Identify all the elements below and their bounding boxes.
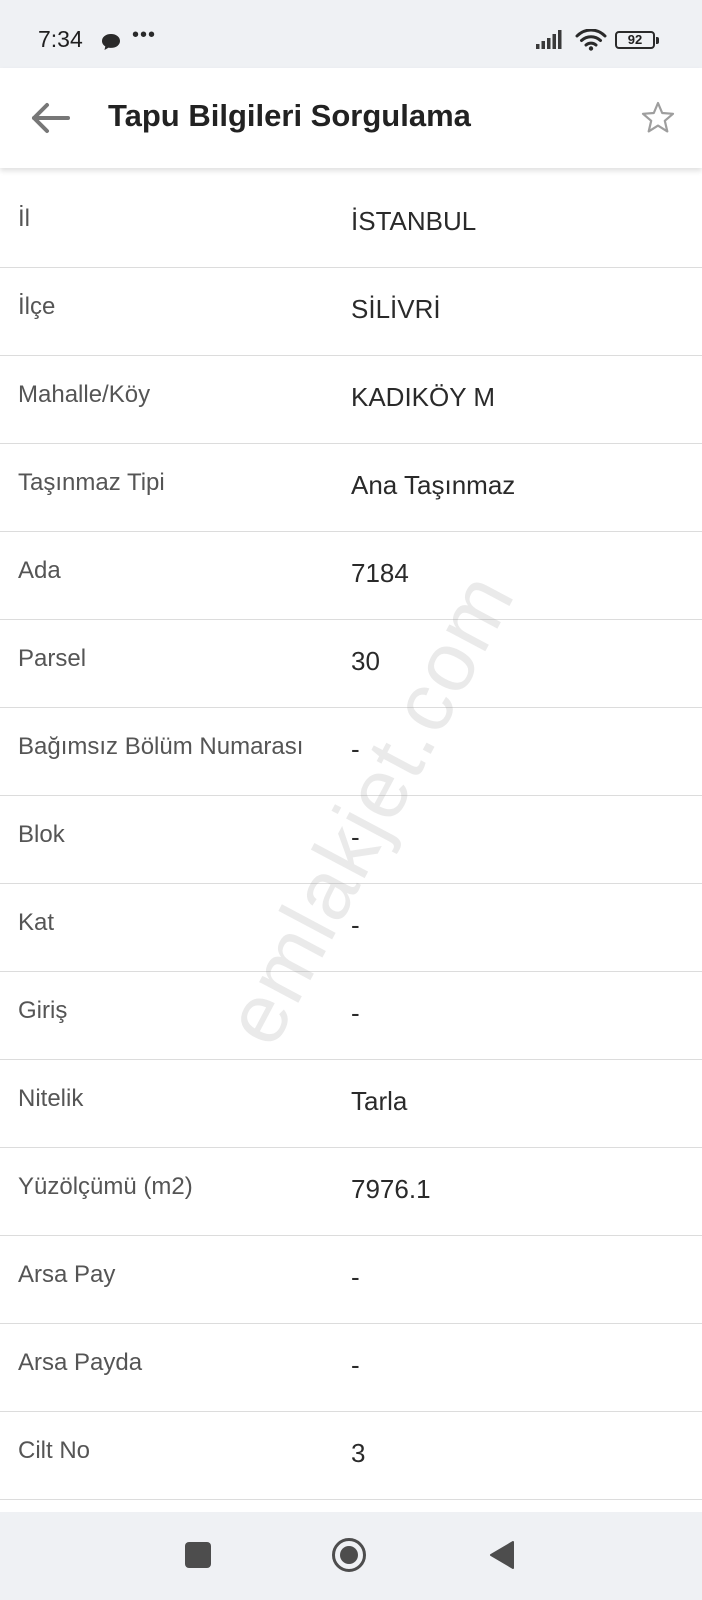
detail-row-ada: Ada 7184 [0,532,702,620]
detail-label: İl [18,205,30,232]
detail-row-cilt-no: Cilt No 3 [0,1412,702,1500]
detail-row-yuzolcumu: Yüzölçümü (m2) 7976.1 [0,1148,702,1236]
detail-row-bagimsiz-bolum: Bağımsız Bölüm Numarası - [0,708,702,796]
detail-label: Kat [18,909,55,936]
system-navigation-bar [0,1512,702,1600]
detail-value: Tarla [351,1086,408,1116]
detail-row-blok: Blok - [0,796,702,884]
battery-level: 92 [627,32,643,47]
detail-row-arsa-payda: Arsa Payda - [0,1324,702,1412]
detail-row-kat: Kat - [0,884,702,972]
detail-row-arsa-pay: Arsa Pay - [0,1236,702,1324]
app-bar: Tapu Bilgileri Sorgulama [0,68,702,168]
page-title: Tapu Bilgileri Sorgulama [108,98,471,133]
detail-value: İSTANBUL [351,206,477,236]
status-bar: 7:34 ••• 92 [0,0,702,68]
detail-label: Cilt No [18,1437,91,1464]
detail-label: Arsa Pay [18,1261,116,1288]
detail-value: - [351,1350,360,1380]
detail-label: Blok [18,821,65,848]
detail-value: - [351,734,360,764]
star-favorite-icon[interactable] [640,100,676,136]
detail-label: Bağımsız Bölüm Numarası [18,733,304,760]
back-triangle-icon[interactable] [487,1539,517,1571]
detail-row-tasinmaz-tipi: Taşınmaz Tipi Ana Taşınmaz [0,444,702,532]
back-arrow-icon[interactable] [28,98,72,138]
wifi-icon [575,28,607,56]
detail-value: KADIKÖY M [351,382,496,412]
home-circle-icon[interactable] [331,1537,367,1573]
detail-label: İlçe [18,293,56,320]
detail-value: - [351,1262,360,1292]
detail-value: - [351,822,360,852]
land-registry-details-list: İl İSTANBUL İlçe SİLİVRİ Mahalle/Köy KAD… [0,180,702,1500]
detail-value: 7976.1 [351,1174,431,1204]
detail-value: Ana Taşınmaz [351,470,516,500]
recent-apps-square-icon[interactable] [185,1542,211,1568]
detail-row-il: İl İSTANBUL [0,180,702,268]
detail-row-parsel: Parsel 30 [0,620,702,708]
detail-label: Arsa Payda [18,1349,143,1376]
chat-bubble-icon [100,32,122,57]
detail-value: - [351,910,360,940]
status-time: 7:34 [38,26,83,52]
detail-label: Nitelik [18,1085,84,1112]
detail-value: 7184 [351,558,409,588]
detail-value: SİLİVRİ [351,294,441,324]
detail-value: - [351,998,360,1028]
detail-row-nitelik: Nitelik Tarla [0,1060,702,1148]
detail-label: Giriş [18,997,68,1024]
detail-row-giris: Giriş - [0,972,702,1060]
battery-icon: 92 [615,31,659,49]
detail-value: 3 [351,1438,366,1468]
more-notifications-icon: ••• [132,24,157,46]
detail-label: Yüzölçümü (m2) [18,1173,193,1200]
detail-value: 30 [351,646,380,676]
detail-row-ilce: İlçe SİLİVRİ [0,268,702,356]
cellular-signal-icon [536,30,562,55]
detail-label: Parsel [18,645,87,672]
detail-label: Mahalle/Köy [18,381,151,408]
detail-row-mahalle-koy: Mahalle/Köy KADIKÖY M [0,356,702,444]
detail-label: Ada [18,557,61,584]
detail-label: Taşınmaz Tipi [18,469,165,496]
